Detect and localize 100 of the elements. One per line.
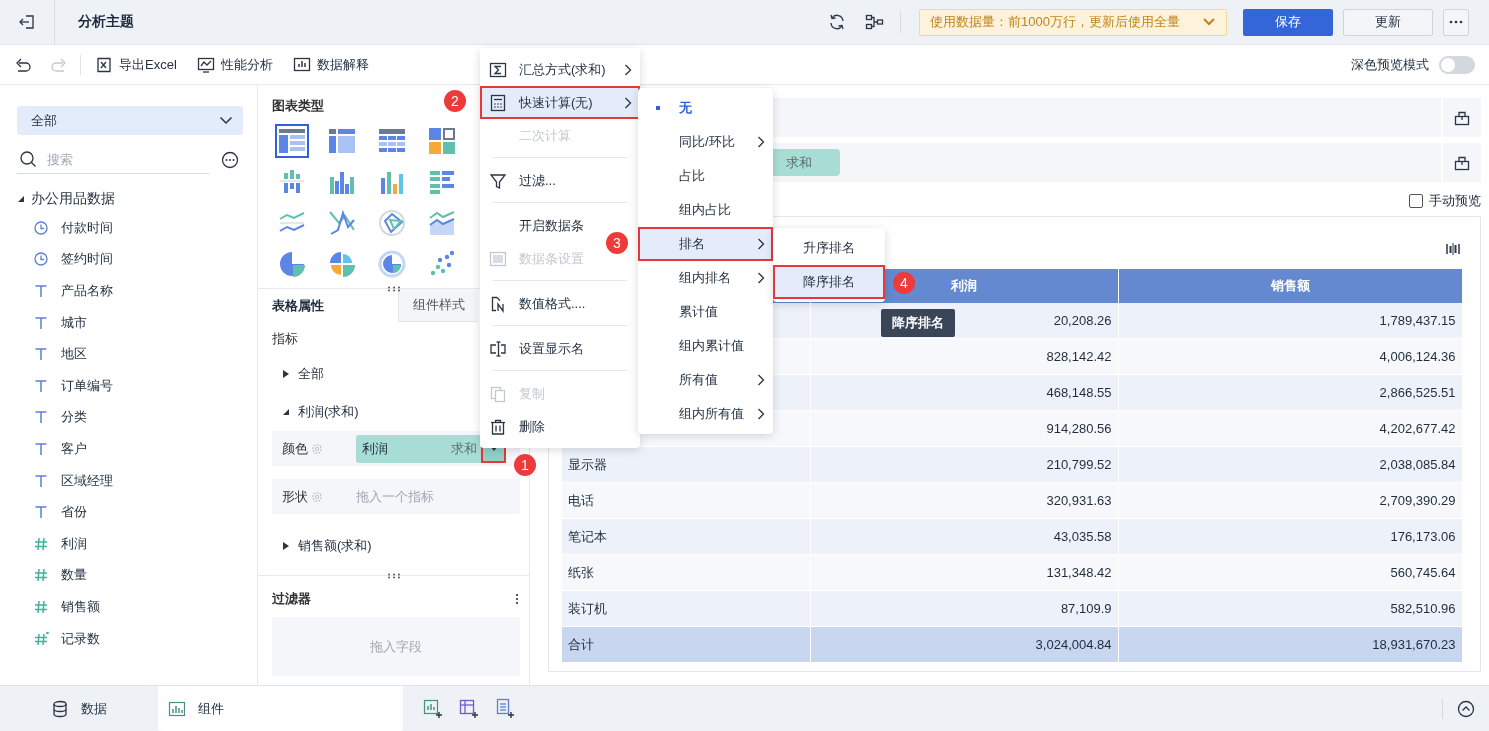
table-cell: 468,148.55: [810, 374, 1118, 411]
field-item[interactable]: 记录数: [17, 622, 100, 655]
checkbox-label: 手动预览: [1428, 192, 1481, 210]
clock-icon: [33, 219, 49, 236]
section-label: 指标: [272, 329, 298, 348]
menu-item[interactable]: 排名: [638, 227, 773, 261]
table-cell: 176,173.06: [1118, 518, 1462, 555]
table-cell: 2,038,085.84: [1118, 446, 1462, 483]
menu-item[interactable]: 汇总方式(求和): [480, 53, 640, 86]
measure-group[interactable]: 利润(求和): [272, 393, 359, 431]
field-item[interactable]: 分类: [17, 401, 87, 434]
chevron-right-icon: [757, 272, 765, 284]
field-item[interactable]: 产品名称: [17, 275, 113, 307]
table-cell: 装订机: [562, 590, 810, 627]
add-crosstab-button[interactable]: [459, 698, 479, 719]
number-type-icon: [33, 567, 49, 584]
field-item[interactable]: 地区: [17, 338, 87, 370]
export-excel-button[interactable]: 导出Excel: [95, 55, 177, 74]
tree-folder[interactable]: 办公用品数据: [17, 186, 115, 212]
chevron-down-icon: [1202, 17, 1216, 27]
menu-item[interactable]: 所有值: [638, 363, 773, 397]
monitor-chart-icon: [196, 55, 215, 74]
table-cell: 2,866,525.51: [1118, 374, 1462, 411]
panel-tab[interactable]: 组件样式: [398, 289, 478, 322]
scope-dropdown[interactable]: 全部: [17, 106, 243, 135]
gear-icon: [311, 490, 323, 503]
text-type-icon: [33, 472, 49, 489]
field-item[interactable]: 城市: [17, 306, 87, 339]
total-cell: 18,931,670.23: [1118, 626, 1462, 663]
area-chart-icon: [427, 208, 457, 238]
bottom-tab[interactable]: 数据: [0, 686, 158, 731]
bottom-tab[interactable]: 组件: [158, 686, 403, 731]
add-chart-button[interactable]: [423, 698, 443, 719]
exit-button[interactable]: [18, 13, 36, 31]
field-item[interactable]: 订单编号: [17, 369, 113, 402]
refresh-button[interactable]: [828, 13, 846, 31]
menu-item[interactable]: 组内占比: [638, 193, 773, 227]
total-cell: 3,024,004.84: [810, 626, 1118, 663]
dark-preview-toggle[interactable]: [1439, 55, 1475, 74]
section-title: 图表类型: [272, 97, 324, 115]
field-item[interactable]: 利润: [17, 527, 87, 560]
measure-group[interactable]: 销售额(求和): [272, 527, 372, 565]
dark-preview-label: 深色预览模式: [1351, 55, 1429, 74]
kebab-icon: [515, 593, 519, 605]
field-item[interactable]: 数量: [17, 559, 87, 592]
menu-item[interactable]: 组内累计值: [638, 329, 773, 363]
drop-slot[interactable]: 颜色 利润 求和: [272, 431, 520, 466]
field-item[interactable]: 省份: [17, 496, 87, 528]
menu-item[interactable]: 设置显示名: [480, 332, 640, 365]
menu-item[interactable]: 数值格式....: [480, 287, 640, 320]
table-cell: 2,709,390.29: [1118, 482, 1462, 519]
caret-icon: [282, 541, 290, 551]
save-button[interactable]: 保存: [1243, 8, 1333, 36]
performance-analysis-button[interactable]: 性能分析: [196, 55, 273, 74]
checkbox[interactable]: [1408, 194, 1423, 208]
table-cell: 纸张: [562, 554, 810, 591]
ellipsis-icon: [221, 150, 239, 169]
pill-field-name: 利润: [362, 439, 389, 458]
caret-icon: [282, 407, 290, 417]
table-cell: 1,789,437.15: [1118, 303, 1462, 339]
more-options-button[interactable]: [221, 150, 239, 169]
field-item[interactable]: 签约时间: [17, 243, 113, 276]
resize-handle-icon[interactable]: [386, 573, 401, 579]
ellipsis-icon: [1449, 20, 1463, 24]
table-icon: [277, 126, 307, 156]
chevron-right-icon: [757, 238, 765, 250]
search-field[interactable]: 搜索: [45, 150, 199, 168]
report-chart-icon: [292, 55, 311, 74]
menu-item[interactable]: 快速计算(无): [480, 86, 640, 119]
table-cell: 笔记本: [562, 518, 810, 555]
kebab-menu-button[interactable]: [515, 593, 519, 605]
menu-item[interactable]: 组内排名: [638, 261, 773, 295]
add-detail-table-icon: [495, 698, 515, 719]
expand-button[interactable]: [1457, 699, 1475, 718]
menu-item[interactable]: 累计值: [638, 295, 773, 329]
count-type-icon: [33, 630, 49, 647]
chart-type-button[interactable]: [275, 124, 309, 158]
menu-item[interactable]: 组内所有值: [638, 397, 773, 431]
rose-chart-icon: [327, 249, 357, 279]
table-cell: 560,745.64: [1118, 554, 1462, 591]
field-item[interactable]: 销售额: [17, 591, 100, 623]
table-cell: 87,109.9: [810, 590, 1118, 627]
field-item[interactable]: 区域经理: [17, 464, 113, 497]
number-format-icon: [489, 294, 507, 313]
data-explain-button[interactable]: 数据解释: [292, 55, 369, 74]
update-button[interactable]: 更新: [1343, 8, 1433, 36]
chevron-right-icon: [757, 136, 765, 148]
menu-item[interactable]: 无: [638, 91, 773, 125]
add-detail-table-button[interactable]: [495, 698, 515, 719]
measure-group[interactable]: 全部: [272, 355, 324, 393]
menu-item[interactable]: 降序排名: [773, 265, 885, 299]
table-cell: 43,035.58: [810, 518, 1118, 555]
menu-item[interactable]: 升序排名: [773, 231, 885, 265]
table-cell: 320,931.63: [810, 482, 1118, 519]
section-title: 过滤器: [272, 590, 311, 608]
field-item[interactable]: 付款时间: [17, 212, 113, 244]
lineage-button[interactable]: [864, 13, 884, 31]
text-type-icon: [33, 377, 49, 394]
field-pill[interactable]: 利润 求和: [356, 434, 506, 463]
field-item[interactable]: 客户: [17, 433, 87, 465]
